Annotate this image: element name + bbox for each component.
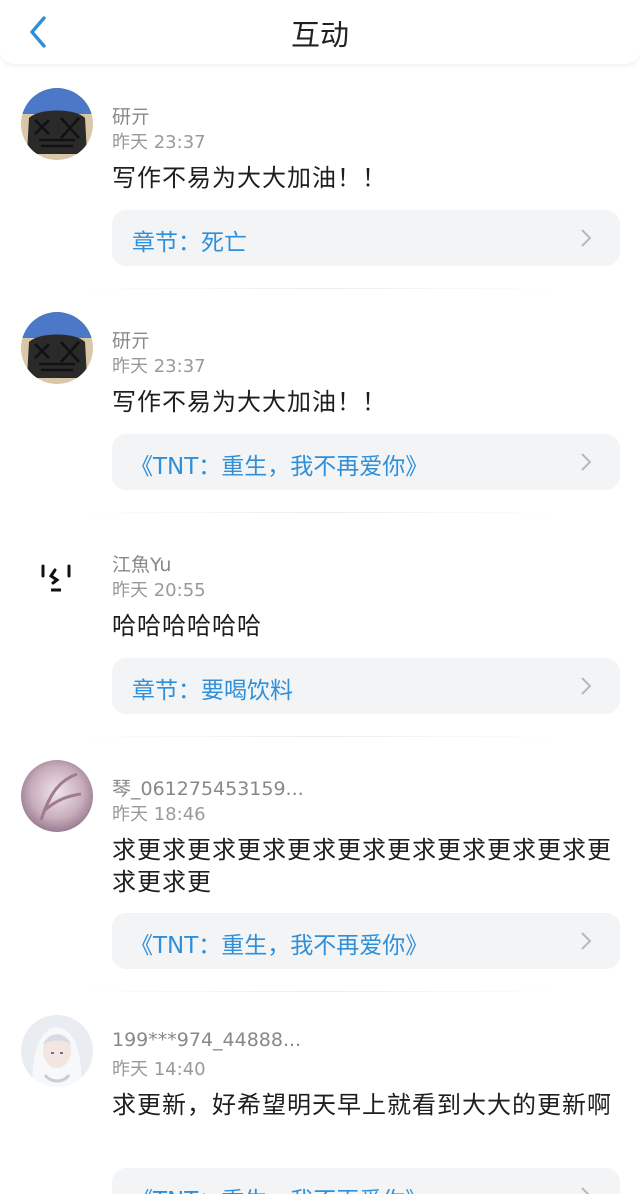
page-title: 互动	[290, 18, 349, 52]
chapter-link[interactable]: 章节：死亡	[112, 210, 620, 266]
comment-time: 昨天 18:46	[112, 804, 206, 825]
comment-text: 哈哈哈哈哈哈	[112, 612, 262, 640]
user-avatar[interactable]	[21, 760, 93, 832]
book-link[interactable]: 《TNT：重生，我不再爱你》	[112, 434, 620, 490]
chevron-right-icon	[581, 932, 592, 950]
comment-time: 昨天 20:55	[112, 580, 206, 601]
book-link[interactable]: 《TNT：重生，我不再爱你》	[112, 913, 620, 969]
comment-time: 昨天 14:40	[112, 1059, 206, 1080]
comment-feed: 研亓 昨天 23:37 写作不易为大大加油！！ 章节：死亡 研亓 昨天 23:3…	[0, 64, 640, 1194]
app-header: 互动	[0, 0, 640, 64]
comment-time: 昨天 23:37	[112, 132, 206, 153]
comment-item: 琴_061275453159... 昨天 18:46 求更求更求更求更求更求更求…	[0, 736, 640, 992]
chevron-right-icon	[581, 229, 592, 247]
comment-item: 研亓 昨天 23:37 写作不易为大大加油！！ 章节：死亡	[0, 64, 640, 289]
username[interactable]: 研亓	[112, 102, 150, 129]
chevron-right-icon	[581, 453, 592, 471]
username[interactable]: 199***974_44888...	[112, 1029, 301, 1051]
username[interactable]: 江魚Yu	[112, 550, 171, 577]
comment-time: 昨天 23:37	[112, 356, 206, 377]
user-avatar[interactable]	[21, 1015, 93, 1087]
user-avatar[interactable]	[21, 88, 93, 160]
link-label: 章节：要喝饮料	[132, 678, 293, 704]
chevron-right-icon	[581, 1187, 590, 1194]
comment-item: 江魚Yu 昨天 20:55 哈哈哈哈哈哈 章节：要喝饮料	[0, 512, 640, 737]
book-link[interactable]: 《TNT：重生，我不再爱你》	[112, 1168, 620, 1194]
link-label: 《TNT：重生，我不再爱你》	[130, 1181, 428, 1194]
comment-item: 199***974_44888... 昨天 14:40 求更新，好希望明天早上就…	[0, 991, 640, 1194]
comment-text: 求更求更求更求更求更求更求更求更求更求更求更求更	[112, 836, 612, 896]
link-label: 章节：死亡	[132, 230, 247, 256]
comment-item: 研亓 昨天 23:37 写作不易为大大加油！！ 《TNT：重生，我不再爱你》	[0, 288, 640, 513]
user-avatar[interactable]	[21, 536, 93, 608]
chevron-right-icon	[581, 677, 592, 695]
comment-text: 写作不易为大大加油！！	[112, 164, 387, 192]
comment-text: 写作不易为大大加油！！	[112, 388, 387, 416]
link-label: 《TNT：重生，我不再爱你》	[130, 454, 429, 480]
chapter-link[interactable]: 章节：要喝饮料	[112, 658, 620, 714]
username[interactable]: 琴_061275453159...	[112, 774, 304, 801]
user-avatar[interactable]	[21, 312, 93, 384]
username[interactable]: 研亓	[112, 326, 150, 353]
comment-text: 求更新，好希望明天早上就看到大大的更新啊	[112, 1091, 612, 1119]
link-label: 《TNT：重生，我不再爱你》	[130, 933, 429, 959]
